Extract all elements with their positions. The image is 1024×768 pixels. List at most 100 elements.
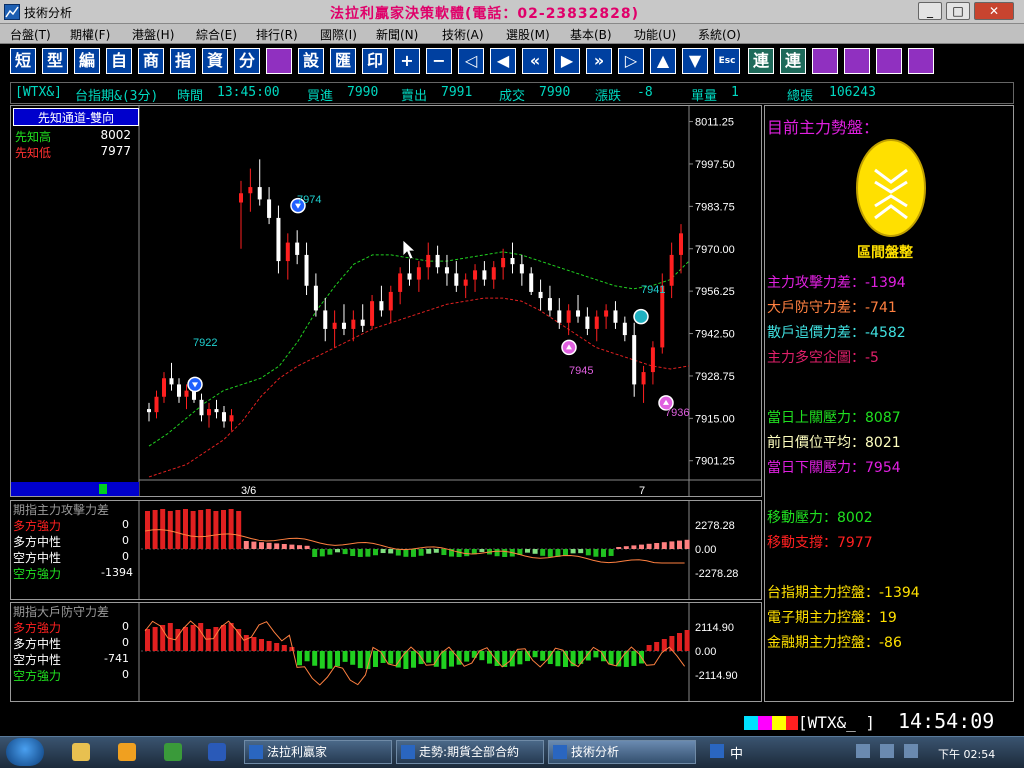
toolbar-button[interactable]: 匯 [330, 48, 356, 74]
quote-volume: 1 [731, 85, 739, 100]
toolbar-button[interactable]: 分 [234, 48, 260, 74]
toolbar-button[interactable]: « [522, 48, 548, 74]
menu-item[interactable]: 功能(U) [634, 26, 676, 43]
price-chart[interactable]: 8011.25 7997.50 7983.75 7970.00 7956.25 7942.… [11, 106, 761, 496]
toolbar-button[interactable]: 商 [138, 48, 164, 74]
toolbar-button[interactable]: ▷ [618, 48, 644, 74]
close-button[interactable]: ✕ [974, 2, 1014, 20]
indicator-bar [350, 549, 356, 557]
ime-mode-icon[interactable]: 中 [730, 743, 743, 762]
attack-indicator-panel[interactable]: 2278.28 0.00 -2278.28 期指主力攻擊力差 多方強力 0 多方中性 0 空… [10, 500, 762, 600]
taskbar-task[interactable]: 法拉利贏家 [244, 740, 392, 764]
toolbar-button[interactable]: ◁ [458, 48, 484, 74]
indicator-bar [395, 549, 401, 556]
toolbar-button[interactable]: 指 [170, 48, 196, 74]
toolbar-button[interactable]: 短 [10, 48, 36, 74]
scroll-thumb[interactable] [99, 484, 107, 494]
toolbar-button[interactable]: 連 [748, 48, 774, 74]
menu-item[interactable]: 系統(O) [698, 26, 741, 43]
toolbar-button[interactable]: Esc [714, 48, 740, 74]
start-button[interactable] [6, 738, 44, 766]
menu-item[interactable]: 選股(M) [506, 26, 550, 43]
toolbar-button[interactable]: 連 [780, 48, 806, 74]
menu-item[interactable]: 新聞(N) [376, 26, 418, 43]
toolbar-button[interactable]: 自 [106, 48, 132, 74]
minimize-button[interactable]: _ [918, 2, 942, 20]
toolbar-button[interactable]: − [426, 48, 452, 74]
menu-item[interactable]: 技術(A) [442, 26, 484, 43]
toolbar-button[interactable]: » [586, 48, 612, 74]
y-tick-label: 7983.75 [695, 201, 735, 213]
menu-item[interactable]: 港盤(H) [132, 26, 174, 43]
toolbar-button[interactable]: ◀ [490, 48, 516, 74]
indicator-bar [661, 542, 667, 549]
tray-icon[interactable] [904, 744, 918, 758]
y-tick-label: 7928.75 [695, 371, 735, 383]
price-chart-panel[interactable]: 8011.25 7997.50 7983.75 7970.00 7956.25 7942.… [10, 105, 762, 497]
channel-high-label: 先知高 [15, 130, 52, 144]
app-shortcut-icon[interactable] [164, 743, 182, 761]
toolbar-button[interactable]: 編 [74, 48, 100, 74]
indicator-bar [221, 625, 226, 651]
candle-body [463, 279, 468, 286]
indicator-bar [654, 543, 660, 549]
candle-body [398, 273, 403, 292]
toolbar-button[interactable]: ▶ [554, 48, 580, 74]
moving-support-label: 移動支撐： [767, 535, 837, 551]
toolbar-button[interactable]: ▲ [650, 48, 676, 74]
toolbar-button[interactable]: 設 [298, 48, 324, 74]
volume-icon[interactable] [880, 744, 894, 758]
indicator-bar [297, 651, 302, 666]
toolbar-button[interactable] [812, 48, 838, 74]
menu-item[interactable]: 國際(I) [320, 26, 357, 43]
moving-pressure-value: 8002 [837, 510, 873, 526]
indicator-bar [167, 623, 173, 651]
indicator-bar [251, 541, 257, 549]
toolbar-button[interactable] [876, 48, 902, 74]
taskbar-task-label: 技術分析 [571, 745, 620, 759]
toolbar-button[interactable]: 型 [42, 48, 68, 74]
candle-body [229, 415, 234, 422]
indicator-y-tick-label: -2278.28 [695, 568, 738, 580]
indicator-row-value: 0 [122, 620, 129, 633]
signal-marker-label: 7945 [569, 365, 593, 377]
toolbar-button[interactable]: + [394, 48, 420, 74]
candle-body [323, 310, 328, 329]
toolbar-button[interactable]: ▼ [682, 48, 708, 74]
menu-item[interactable]: 台盤(T) [10, 26, 51, 43]
ime-icon[interactable] [710, 744, 724, 758]
scroll-track[interactable] [11, 482, 139, 496]
toolbar-button[interactable]: 資 [202, 48, 228, 74]
signal-marker-label: 7922 [193, 337, 217, 349]
toolbar-button[interactable] [844, 48, 870, 74]
indicator-bar [373, 651, 378, 668]
explorer-icon[interactable] [72, 743, 90, 761]
maximize-button[interactable]: □ [946, 2, 970, 20]
network-icon[interactable] [856, 744, 870, 758]
taskbar-task[interactable]: 技術分析 [548, 740, 696, 764]
quote-last: 7990 [539, 85, 571, 100]
retail-diff-row: 散戶追價力差：-4582 [767, 322, 906, 342]
menu-item[interactable]: 綜合(E) [196, 26, 237, 43]
upper-pressure-label: 當日上關壓力： [767, 410, 865, 426]
toolbar-button[interactable]: 印 [362, 48, 388, 74]
candle-body [304, 254, 309, 286]
media-player-icon[interactable] [118, 743, 136, 761]
taskbar-task[interactable]: 走勢:期貨全部合約 [396, 740, 544, 764]
indicator-bar [608, 549, 614, 556]
quote-symbol: [WTX&] [15, 85, 62, 100]
toolbar-button[interactable] [908, 48, 934, 74]
indicator-y-tick-label: 0.00 [695, 544, 716, 556]
indicator-row-value: 0 [122, 550, 129, 563]
menu-item[interactable]: 排行(R) [256, 26, 298, 43]
retail-diff-label: 散戶追價力差： [767, 325, 865, 341]
candle-body [594, 316, 599, 329]
menu-item[interactable]: 基本(B) [570, 26, 612, 43]
toolbar-button[interactable] [266, 48, 292, 74]
taskbar-task-label: 走勢:期貨全部合約 [419, 745, 520, 759]
signal-marker[interactable] [633, 308, 649, 325]
defense-indicator-panel[interactable]: 2114.90 0.00 -2114.90 期指大戶防守力差 多方強力 0 多方中性 0 空… [10, 602, 762, 702]
indicator-bar [266, 641, 272, 651]
word-icon[interactable] [208, 743, 226, 761]
menu-item[interactable]: 期權(F) [70, 26, 110, 43]
